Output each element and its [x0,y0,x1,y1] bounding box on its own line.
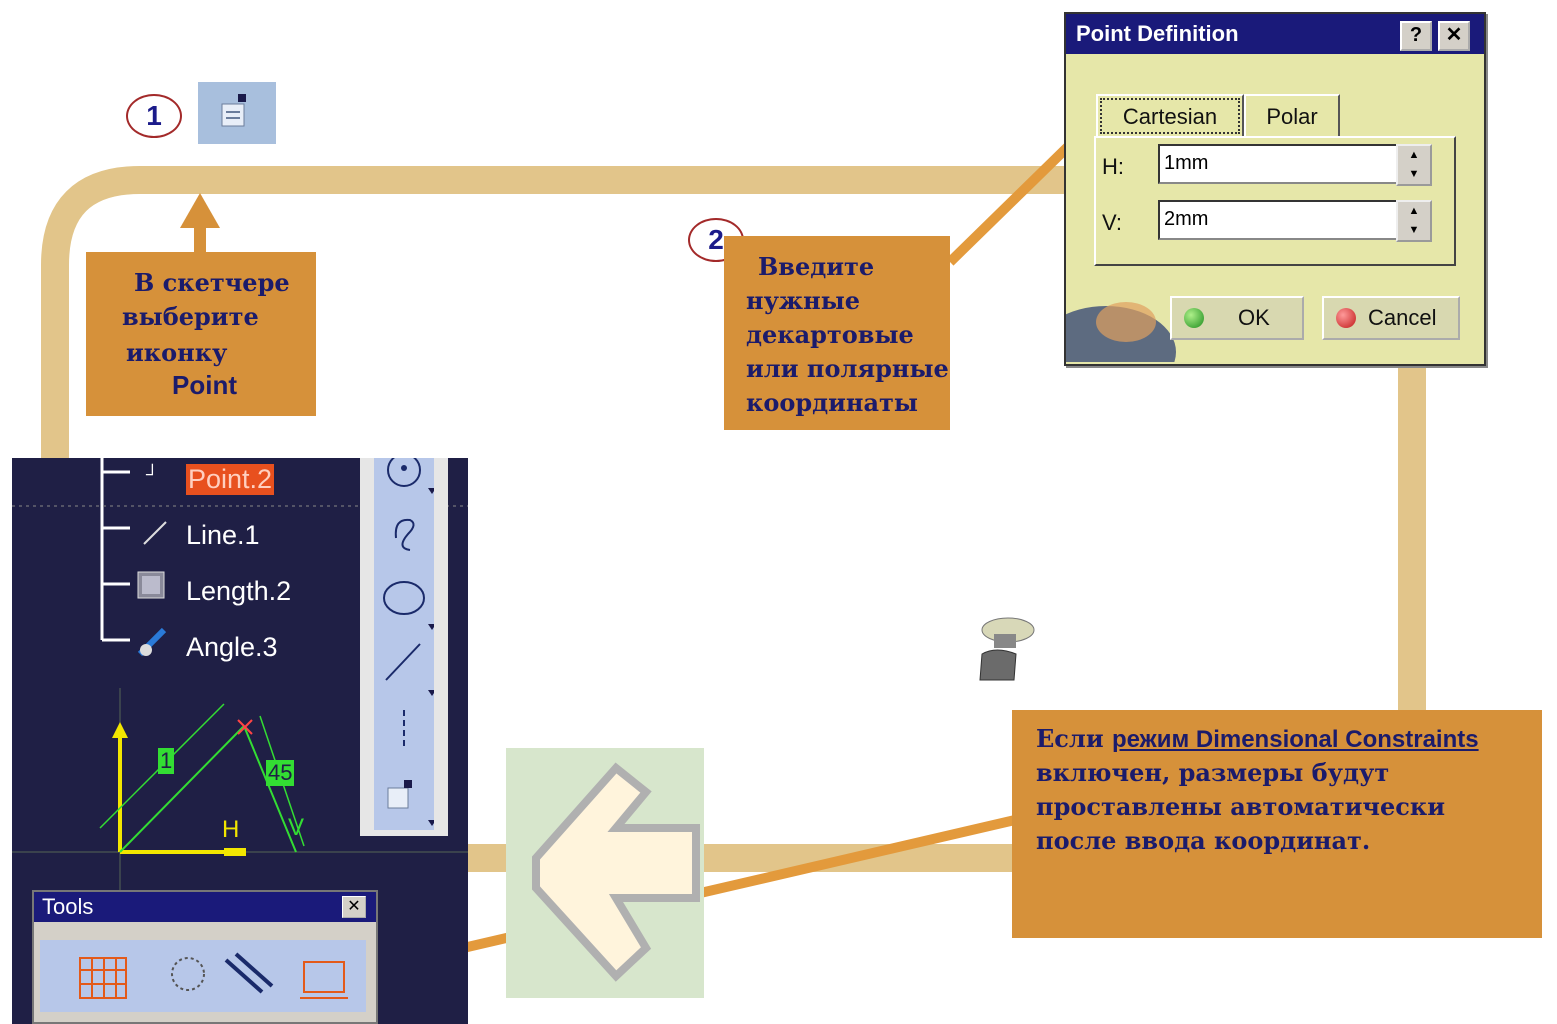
globe-decoration-icon [1066,302,1176,362]
h-spinner[interactable]: ▲ ▼ [1396,144,1432,186]
instruction-note-dimensional-constraints: Если режим Dimensional Constraints включ… [1012,710,1542,938]
tools-titlebar[interactable]: Tools ✕ [34,892,376,922]
cancel-red-icon [1336,308,1356,328]
back-arrow-graphic [506,748,704,998]
dimension-length-label[interactable]: 1 [158,748,175,774]
point-tool-small-icon[interactable] [387,787,409,809]
point-definition-dialog: Point Definition ? ✕ Cartesian Polar H: … [1064,12,1486,366]
point-icon-glyph [221,94,246,127]
note1-line3: иконку [126,338,228,367]
v-spin-up-icon[interactable]: ▲ [1398,202,1430,221]
v-spinner[interactable]: ▲ ▼ [1396,200,1432,242]
sketch-toolbar-icons [383,453,436,826]
note2-line1: Введите [758,252,875,281]
point-tool-icon[interactable] [198,82,276,144]
step-1-marker: 1 [126,94,182,138]
axis-h-label: H [222,816,240,843]
h-spin-up-icon[interactable]: ▲ [1398,146,1430,165]
note1-line1: В скетчере [134,268,290,297]
line-tool-icon[interactable] [385,643,421,681]
tools-icons [79,952,348,999]
dimension-angle-label[interactable]: 45 [266,760,295,786]
v-input[interactable]: 2mm [1158,200,1400,240]
grid-icon[interactable] [79,957,127,999]
back-arrow-icon [532,762,700,982]
dialog-titlebar[interactable]: Point Definition ? ✕ [1066,14,1484,54]
cancel-label: Cancel [1368,305,1437,330]
v-spin-down-icon[interactable]: ▼ [1398,221,1430,240]
help-button[interactable]: ? [1400,21,1432,51]
note3-line2: включен, размеры будут [1036,758,1390,787]
note1-line4: Point [172,370,237,400]
mouse-figure-icon [979,617,1035,681]
h-input[interactable]: 1mm [1158,144,1400,184]
tools-title: Tools [42,894,94,919]
axis-v-label: V [288,814,305,841]
sketch-vertical-toolbar [360,453,448,836]
v-label: V: [1102,210,1122,235]
note3-line4: после ввода координат. [1036,826,1371,855]
tab-polar[interactable]: Polar [1244,94,1340,138]
note2-line3: декартовые [746,320,914,349]
ok-button[interactable]: OK [1170,296,1304,340]
instruction-note-enter-coordinates: Введите нужные декартовые или полярные к… [724,236,950,430]
note3-line3: проставлены автоматически [1036,792,1445,821]
ok-green-icon [1184,308,1204,328]
ok-label: OK [1238,305,1270,330]
tab-cartesian[interactable]: Cartesian [1096,94,1244,138]
note2-line2: нужные [746,286,861,315]
construction-geometry-icon[interactable] [171,957,205,991]
instruction-note-select-point: В скетчере выберите иконку Point [86,252,316,416]
note3-prefix: Если [1036,724,1112,753]
dimensional-constraints-link[interactable]: режим Dimensional Constraints [1112,726,1479,753]
tools-button-row [40,940,366,1012]
dialog-title: Point Definition [1076,21,1239,46]
tools-close-button[interactable]: ✕ [342,896,366,918]
note3-line1: Если режим Dimensional Constraints [1036,724,1479,754]
sketch-toolbar-panel [374,453,436,830]
note2-line4: или полярные [746,354,949,383]
ellipse-icon[interactable] [383,581,425,615]
dimensional-constraints-icon[interactable] [300,961,348,999]
h-label: H: [1102,154,1124,179]
note2-line5: координаты [746,388,918,417]
h-spin-down-icon[interactable]: ▼ [1398,165,1430,184]
close-button[interactable]: ✕ [1438,21,1470,51]
note1-line2: выберите [122,302,259,331]
point-circle-icon[interactable] [387,453,421,487]
cancel-button[interactable]: Cancel [1322,296,1460,340]
spline-icon[interactable] [394,518,415,551]
geometric-constraints-icon[interactable] [224,952,274,994]
tools-toolbar: Tools ✕ [32,890,378,1024]
